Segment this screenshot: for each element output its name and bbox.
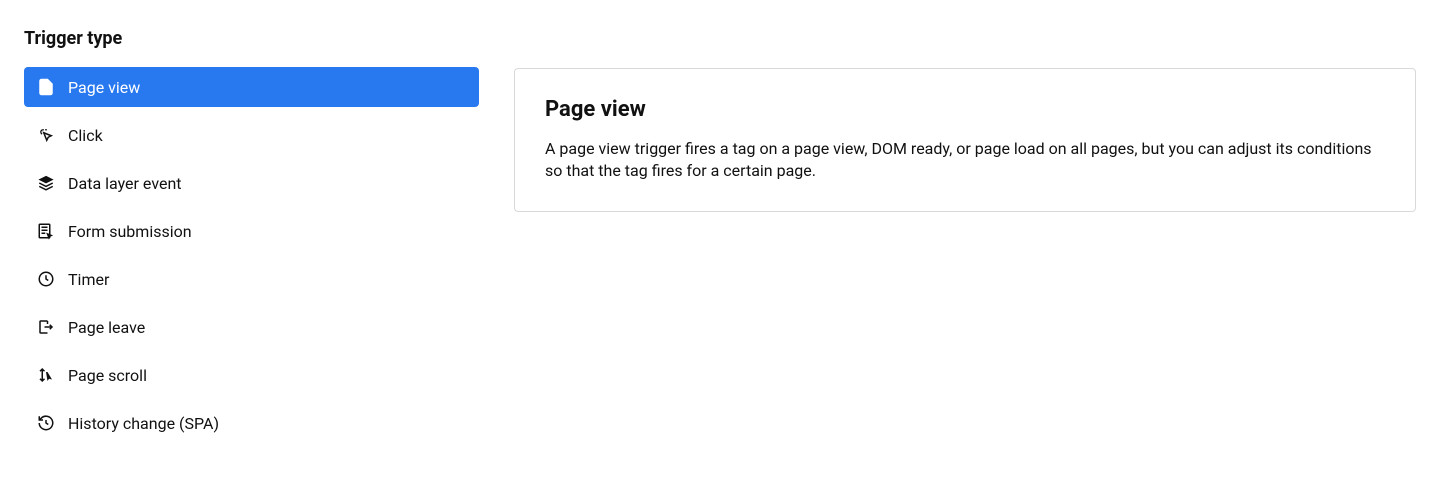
trigger-item-label: Timer — [68, 270, 109, 289]
history-icon — [36, 413, 56, 433]
trigger-item-label: Data layer event — [68, 174, 182, 193]
trigger-item-label: Click — [68, 126, 103, 145]
trigger-item-page-scroll[interactable]: Page scroll — [24, 355, 479, 395]
section-heading: Trigger type — [24, 28, 504, 49]
trigger-item-page-view[interactable]: Page view — [24, 67, 479, 107]
page-leave-icon — [36, 317, 56, 337]
form-icon — [36, 221, 56, 241]
trigger-item-label: Form submission — [68, 222, 192, 241]
trigger-item-form-submission[interactable]: Form submission — [24, 211, 479, 251]
page-view-icon — [36, 77, 56, 97]
trigger-item-label: Page scroll — [68, 366, 147, 385]
trigger-item-label: Page leave — [68, 318, 145, 337]
layers-icon — [36, 173, 56, 193]
detail-column: Page view A page view trigger fires a ta… — [504, 28, 1416, 472]
trigger-item-label: History change (SPA) — [68, 414, 219, 433]
detail-title: Page view — [545, 97, 1385, 122]
trigger-item-data-layer-event[interactable]: Data layer event — [24, 163, 479, 203]
trigger-item-page-leave[interactable]: Page leave — [24, 307, 479, 347]
click-icon — [36, 125, 56, 145]
trigger-item-history-change[interactable]: History change (SPA) — [24, 403, 479, 443]
trigger-item-timer[interactable]: Timer — [24, 259, 479, 299]
detail-description: A page view trigger fires a tag on a pag… — [545, 138, 1385, 181]
trigger-item-label: Page view — [68, 78, 140, 97]
scroll-icon — [36, 365, 56, 385]
clock-icon — [36, 269, 56, 289]
trigger-item-click[interactable]: Click — [24, 115, 479, 155]
trigger-list: Page view Click Data layer event — [24, 67, 479, 451]
detail-panel: Page view A page view trigger fires a ta… — [514, 68, 1416, 212]
trigger-type-sidebar: Trigger type Page view Click — [24, 28, 504, 472]
